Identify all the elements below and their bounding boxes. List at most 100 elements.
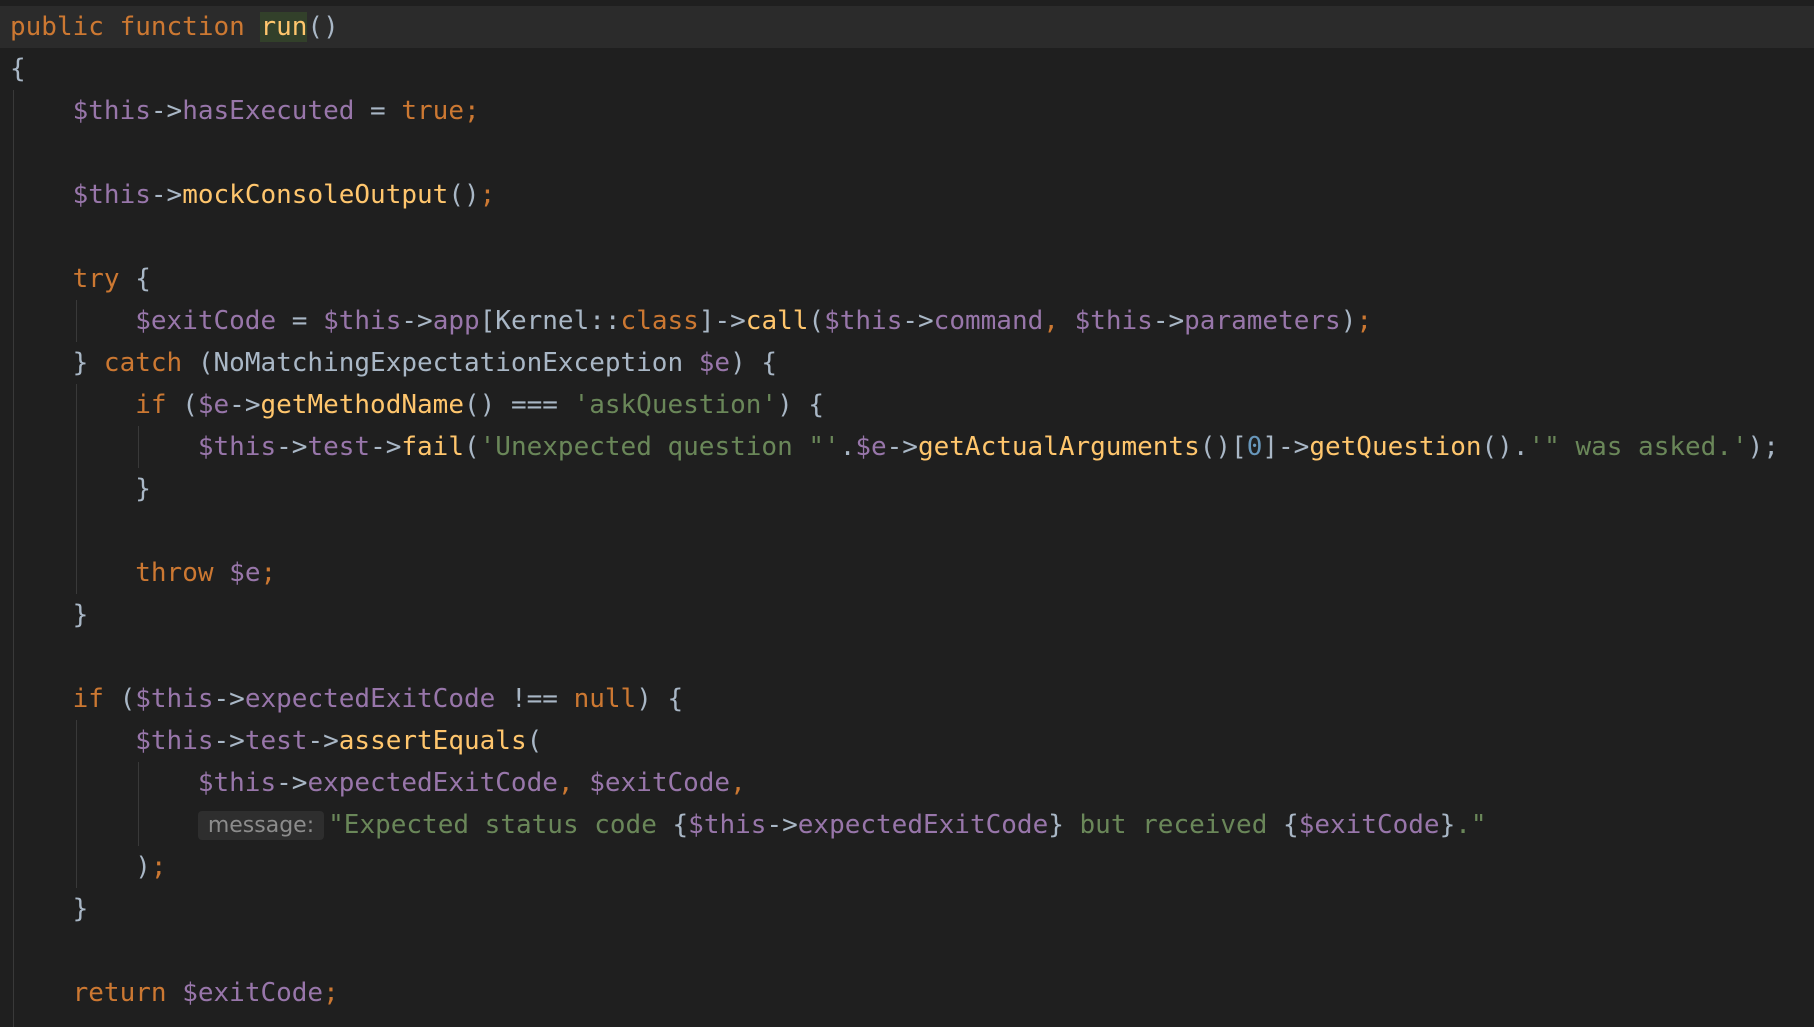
- code-token: $this: [135, 726, 214, 756]
- code-token: ) {: [636, 684, 684, 714]
- code-token: ): [1340, 306, 1357, 336]
- code-token: (): [448, 180, 480, 210]
- code-token: ->: [886, 432, 918, 462]
- code-editor[interactable]: public function run(){ $this->hasExecute…: [0, 0, 1814, 1027]
- code-token: getMethodName: [260, 390, 464, 420]
- code-token: 'askQuestion': [573, 390, 778, 420]
- code-token: .: [839, 432, 856, 462]
- code-token: }: [1439, 810, 1456, 840]
- code-token: !==: [495, 684, 574, 714]
- code-token: ->: [150, 180, 183, 210]
- code-token: $this: [824, 306, 903, 336]
- code-token: {: [1283, 810, 1299, 840]
- code-line[interactable]: throw $e;: [0, 552, 1814, 594]
- code-line[interactable]: );: [0, 846, 1814, 888]
- code-token: ()[: [1199, 432, 1247, 462]
- code-line[interactable]: try {: [0, 258, 1814, 300]
- code-token: {: [10, 54, 26, 84]
- code-line[interactable]: $this->mockConsoleOutput();: [0, 174, 1814, 216]
- code-token: =: [354, 96, 402, 126]
- code-token: ->: [401, 306, 433, 336]
- code-token: ->: [766, 810, 798, 840]
- code-line[interactable]: return $exitCode;: [0, 972, 1814, 1014]
- code-token: );: [1747, 432, 1779, 462]
- code-token: $this: [323, 306, 402, 336]
- code-token: ,: [557, 768, 590, 798]
- code-token: (: [526, 726, 543, 756]
- code-token: public function: [10, 12, 261, 42]
- code-token: mockConsoleOutput: [182, 180, 449, 210]
- code-token: (: [103, 684, 136, 714]
- code-token: 0: [1246, 432, 1263, 462]
- code-token: class: [620, 306, 699, 336]
- code-token: }: [10, 474, 151, 504]
- code-line[interactable]: [0, 510, 1814, 552]
- code-token: if: [72, 684, 104, 714]
- code-line[interactable]: }: [0, 468, 1814, 510]
- code-token: (: [166, 390, 198, 420]
- code-line[interactable]: if ($e->getMethodName() === 'askQuestion…: [0, 384, 1814, 426]
- code-token: true: [401, 96, 464, 126]
- code-token: }: [10, 894, 89, 924]
- code-token: [Kernel::: [479, 306, 621, 336]
- code-line[interactable]: if ($this->expectedExitCode !== null) {: [0, 678, 1814, 720]
- code-token: $exitCode: [1298, 810, 1440, 840]
- code-token: test: [307, 432, 371, 462]
- code-token: {: [672, 810, 689, 840]
- code-token: ().: [1481, 432, 1529, 462]
- code-token: (NoMatchingExpectationException: [182, 348, 699, 378]
- code-token: expectedExitCode: [797, 810, 1049, 840]
- code-token: $this: [688, 810, 767, 840]
- code-token: ->: [1152, 306, 1185, 336]
- code-token: run: [260, 12, 308, 42]
- code-line[interactable]: {: [0, 48, 1814, 90]
- code-line[interactable]: [0, 930, 1814, 972]
- code-line[interactable]: $this->test->fail('Unexpected question "…: [0, 426, 1814, 468]
- code-token: ->: [150, 96, 183, 126]
- code-line[interactable]: $this->hasExecuted = true;: [0, 90, 1814, 132]
- code-token: call: [745, 306, 809, 336]
- code-token: try: [72, 264, 120, 294]
- code-line[interactable]: public function run(): [0, 6, 1814, 48]
- code-token: .": [1455, 810, 1487, 840]
- code-token: }: [10, 348, 104, 378]
- code-token: ;: [464, 96, 480, 126]
- code-line[interactable]: }: [0, 888, 1814, 930]
- code-token: $exitCode: [135, 306, 277, 336]
- code-token: ->: [213, 684, 245, 714]
- code-token: expectedExitCode: [307, 768, 558, 798]
- code-line[interactable]: [0, 636, 1814, 678]
- code-token: ,: [1043, 306, 1075, 336]
- code-token: $this: [1074, 306, 1153, 336]
- code-token: ->: [276, 768, 308, 798]
- code-line[interactable]: [0, 216, 1814, 258]
- code-token: command: [933, 306, 1044, 336]
- code-token: assertEquals: [338, 726, 527, 756]
- code-line[interactable]: $this->test->assertEquals(: [0, 720, 1814, 762]
- code-token: $e: [197, 390, 230, 420]
- code-token: () ===: [463, 390, 574, 420]
- code-token: but received: [1063, 810, 1284, 840]
- code-token: $exitCode: [182, 978, 324, 1008]
- code-token: ) {: [777, 390, 825, 420]
- code-token: }: [10, 600, 89, 630]
- code-token: throw: [135, 558, 214, 588]
- code-token: getActualArguments: [917, 432, 1200, 462]
- code-token: $this: [72, 180, 151, 210]
- code-line[interactable]: $exitCode = $this->app[Kernel::class]->c…: [0, 300, 1814, 342]
- code-token: test: [244, 726, 308, 756]
- code-line[interactable]: }: [0, 594, 1814, 636]
- code-token: $this: [197, 768, 277, 798]
- code-line[interactable]: [0, 132, 1814, 174]
- code-line[interactable]: message: "Expected status code {$this->ex…: [0, 804, 1814, 846]
- code-line[interactable]: $this->expectedExitCode, $exitCode,: [0, 762, 1814, 804]
- code-token: null: [573, 684, 637, 714]
- code-token: ;: [150, 852, 167, 882]
- code-line[interactable]: } catch (NoMatchingExpectationException …: [0, 342, 1814, 384]
